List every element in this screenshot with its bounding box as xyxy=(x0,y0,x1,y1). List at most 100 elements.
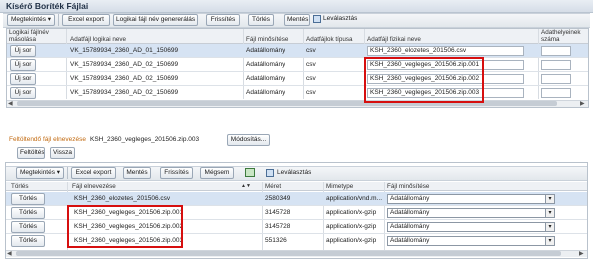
generate-logical-name-button[interactable]: Logikai fájl név genererálás xyxy=(113,14,198,26)
mimetype-cell: application/x-gzip xyxy=(326,223,377,230)
delete-row-button[interactable]: Törlés xyxy=(11,235,45,247)
toolbar-separator xyxy=(58,14,59,26)
top-delete-button[interactable]: Törlés xyxy=(248,14,274,26)
scrollbar-thumb[interactable] xyxy=(16,251,561,256)
header-type: Adatfájlok típusa xyxy=(306,36,353,43)
delete-row-button[interactable]: Törlés xyxy=(11,221,45,233)
scroll-left-icon[interactable]: ◀ xyxy=(8,100,13,107)
quality-select-value: Adatállomány xyxy=(390,237,430,244)
logical-name-cell: VK_15789934_2360_AD_01_150699 xyxy=(70,47,179,54)
top-save-button[interactable]: Mentés xyxy=(284,14,310,26)
export-grid-icon[interactable] xyxy=(245,168,255,177)
logical-name-cell: VK_15789934_2360_AD_02_150699 xyxy=(70,89,179,96)
header-physical: Adatfájl fizikai neve xyxy=(367,36,421,43)
back-button[interactable]: Vissza xyxy=(50,147,75,159)
quality-select[interactable]: Adatállomány ▾ xyxy=(387,194,555,204)
quality-cell: Adatállomány xyxy=(246,47,286,54)
sort-icon[interactable]: ▲▼ xyxy=(241,183,251,190)
chevron-down-icon: ▾ xyxy=(47,16,52,23)
header-mimetype: Mimetype xyxy=(326,183,354,190)
header-filename: Fájl elnevezése xyxy=(72,183,116,190)
new-row-button[interactable]: Új sor xyxy=(10,87,36,99)
size-cell: 551326 xyxy=(265,237,287,244)
panel-title: Kísérő Boríték Fájlai xyxy=(6,1,89,11)
highlight-box xyxy=(364,57,484,103)
top-view-menu-label: Megtekintés xyxy=(10,16,46,23)
size-cell: 3145728 xyxy=(265,223,291,230)
filename-cell: KSH_2360_elozetes_201506.csv xyxy=(74,195,171,202)
scroll-right-icon[interactable]: ▶ xyxy=(580,100,585,107)
top-refresh-button[interactable]: Frissítés xyxy=(206,14,240,26)
delete-row-button[interactable]: Törlés xyxy=(11,193,45,205)
delete-row-button[interactable]: Törlés xyxy=(11,207,45,219)
top-excel-export-button[interactable]: Excel export xyxy=(62,14,110,26)
cancel-button[interactable]: Mégsem xyxy=(200,167,234,179)
chevron-down-icon[interactable]: ▾ xyxy=(545,223,554,231)
quality-select-value: Adatállomány xyxy=(390,209,430,216)
upload-filename-label: Feltöltendő fájl elnevezése xyxy=(9,136,86,143)
header-size: Méret xyxy=(265,183,282,190)
bottom-excel-export-button[interactable]: Excel export xyxy=(71,167,116,179)
row-divider xyxy=(7,57,588,58)
quality-cell: Adatállomány xyxy=(246,61,286,68)
bottom-view-menu-label: Megtekintés xyxy=(19,169,55,176)
new-row-button[interactable]: Új sor xyxy=(10,59,36,71)
bottom-view-menu-button[interactable]: Megtekintés ▾ xyxy=(16,167,64,179)
header-quality: Fájl minősítése xyxy=(246,36,289,43)
quality-select-value: Adatállomány xyxy=(390,223,430,230)
bottom-detach-label[interactable]: Leválasztás xyxy=(277,169,311,176)
column-divider xyxy=(538,29,539,99)
column-divider xyxy=(66,29,67,99)
type-cell: csv xyxy=(306,89,316,96)
scroll-left-icon[interactable]: ◀ xyxy=(7,250,12,257)
bottom-refresh-button[interactable]: Frissítés xyxy=(160,167,193,179)
header-bottom-quality: Fájl minősítése xyxy=(387,183,430,190)
mimetype-cell: application/x-gzip xyxy=(326,209,377,216)
column-divider xyxy=(243,29,244,99)
new-row-button[interactable]: Új sor xyxy=(10,45,36,57)
count-input[interactable] xyxy=(541,88,571,98)
chevron-down-icon[interactable]: ▾ xyxy=(545,195,554,203)
mimetype-cell: application/vnd.m... xyxy=(326,195,382,202)
top-detach-label[interactable]: Leválasztás xyxy=(323,15,357,22)
quality-select-value: Adatállomány xyxy=(390,195,430,202)
quality-select[interactable]: Adatállomány ▾ xyxy=(387,208,555,218)
row-divider xyxy=(7,85,588,86)
chevron-down-icon[interactable]: ▾ xyxy=(545,237,554,245)
quality-select[interactable]: Adatállomány ▾ xyxy=(387,236,555,246)
header-count: Adathelyeinek száma xyxy=(541,29,581,43)
size-cell: 2580349 xyxy=(265,195,291,202)
type-cell: csv xyxy=(306,47,316,54)
quality-select[interactable]: Adatállomány ▾ xyxy=(387,222,555,232)
count-input[interactable] xyxy=(541,74,571,84)
toolbar-separator xyxy=(67,167,68,179)
quality-cell: Adatállomány xyxy=(246,75,286,82)
modify-button[interactable]: Módosítás... xyxy=(227,134,270,146)
upload-button[interactable]: Feltöltés xyxy=(17,147,45,159)
chevron-down-icon: ▾ xyxy=(56,169,61,176)
size-cell: 3145728 xyxy=(265,209,291,216)
scroll-right-icon[interactable]: ▶ xyxy=(579,250,584,257)
column-divider xyxy=(303,29,304,99)
highlight-box xyxy=(67,205,183,248)
header-logical-name: Adatfájl logikai neve xyxy=(70,36,127,43)
count-input[interactable] xyxy=(541,46,571,56)
type-cell: csv xyxy=(306,75,316,82)
top-view-menu-button[interactable]: Megtekintés ▾ xyxy=(7,14,55,26)
physical-name-input[interactable]: KSH_2360_elozetes_201506.csv xyxy=(367,46,524,56)
header-delete: Törlés xyxy=(11,183,29,190)
type-cell: csv xyxy=(306,61,316,68)
bottom-save-button[interactable]: Mentés xyxy=(123,167,151,179)
chevron-down-icon[interactable]: ▾ xyxy=(545,209,554,217)
upload-filename-value: KSH_2360_vegleges_201506.zip.003 xyxy=(90,136,200,143)
mimetype-cell: application/x-gzip xyxy=(326,237,377,244)
panel-title-bar: Kísérő Boríték Fájlai xyxy=(0,0,593,13)
detach-icon[interactable] xyxy=(266,169,274,177)
quality-cell: Adatállomány xyxy=(246,89,286,96)
row-divider xyxy=(7,71,588,72)
logical-name-cell: VK_15789934_2360_AD_02_150699 xyxy=(70,75,179,82)
logical-name-cell: VK_15789934_2360_AD_02_150699 xyxy=(70,61,179,68)
count-input[interactable] xyxy=(541,60,571,70)
detach-icon[interactable] xyxy=(313,15,321,23)
new-row-button[interactable]: Új sor xyxy=(10,73,36,85)
